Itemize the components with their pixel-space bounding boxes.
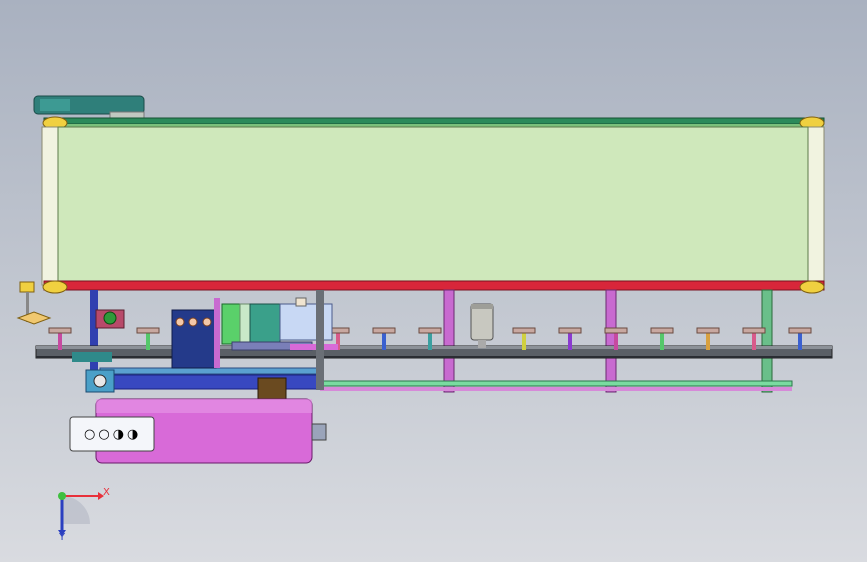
puck-cap (788, 327, 812, 334)
puck-cap (372, 327, 396, 334)
puck-stem (706, 332, 710, 350)
puck-cap (48, 327, 72, 334)
puck-stem (752, 332, 756, 350)
puck-cap (696, 327, 720, 334)
puck-stem (798, 332, 802, 350)
right-end-roller[interactable] (807, 126, 825, 286)
belt-bottom-rail[interactable] (42, 280, 825, 294)
drive-assembly[interactable] (171, 290, 338, 409)
puck-cap (604, 327, 628, 334)
coordinate-triad (58, 492, 104, 536)
motor-badge: ○ ○ ◑ ◑ (84, 425, 146, 443)
puck-cap (136, 327, 160, 334)
left-gear-group[interactable] (16, 281, 125, 393)
cad-model[interactable] (0, 0, 867, 562)
puck-cap (650, 327, 674, 334)
puck-stem (614, 332, 618, 350)
left-end-roller[interactable] (41, 126, 59, 286)
badge-symbol-1: ○ (84, 426, 96, 442)
puck-cap (512, 327, 536, 334)
axis-y-label: Y (59, 532, 66, 543)
puck-stem (382, 332, 386, 350)
axis-x-label: X (103, 487, 110, 498)
badge-symbol-3: ◑ (112, 426, 125, 442)
conveyor-chain[interactable] (35, 345, 833, 359)
puck-stem (660, 332, 664, 350)
puck-stem (58, 332, 62, 350)
puck-cap (742, 327, 766, 334)
puck-cap (418, 327, 442, 334)
conveyor-belt[interactable] (57, 126, 809, 282)
puck-stem (428, 332, 432, 350)
puck-stem (568, 332, 572, 350)
cad-viewport[interactable]: ○ ○ ◑ ◑ X Y (0, 0, 867, 562)
puck-stem (146, 332, 150, 350)
sample-bottle[interactable] (470, 303, 494, 348)
badge-symbol-2: ○ (98, 426, 110, 442)
puck-cap (558, 327, 582, 334)
badge-symbol-4: ◑ (127, 426, 139, 442)
top-hopper[interactable] (33, 95, 145, 119)
puck-stem (522, 332, 526, 350)
